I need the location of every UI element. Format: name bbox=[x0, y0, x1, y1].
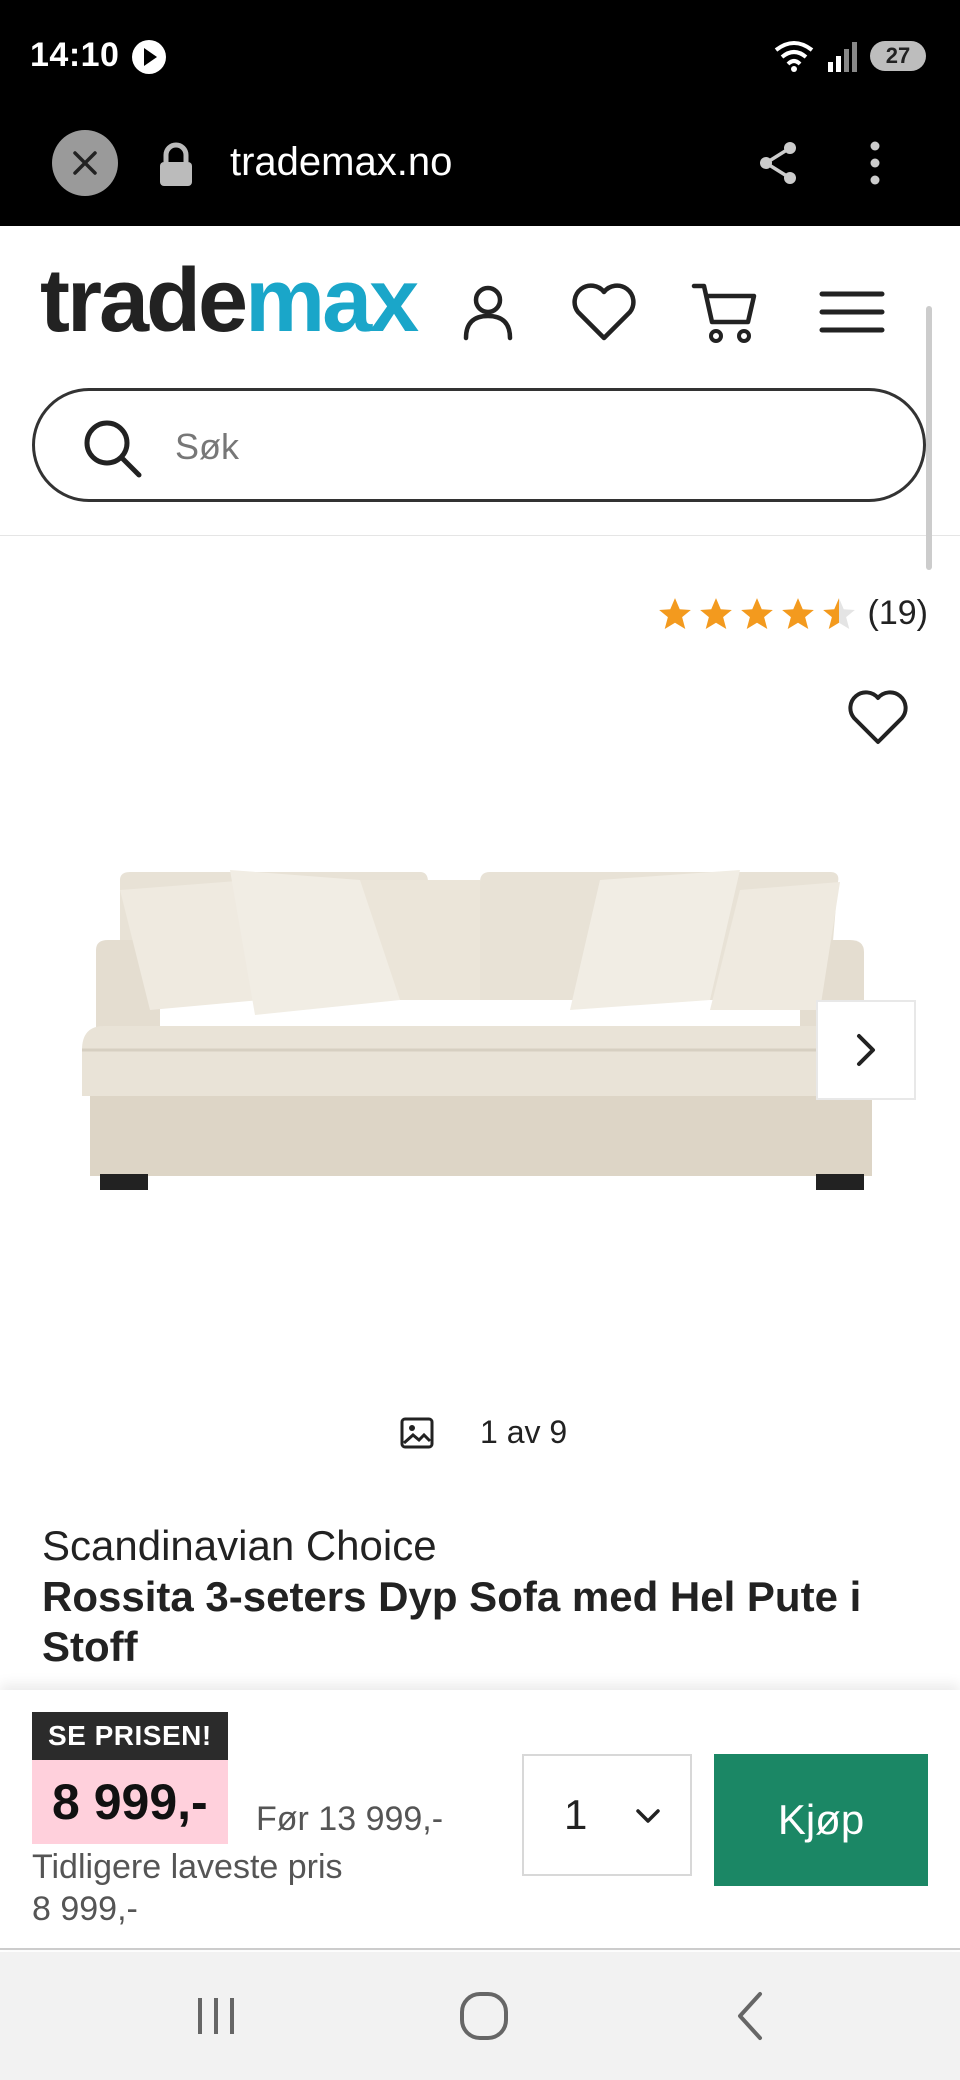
quantity-select[interactable]: 1 bbox=[522, 1754, 692, 1876]
status-icons: 27 bbox=[772, 38, 926, 74]
product-title: Rossita 3-seters Dyp Sofa med Hel Pute i… bbox=[42, 1573, 862, 1671]
product-brand[interactable]: Scandinavian Choice bbox=[42, 1522, 437, 1570]
search-bar[interactable] bbox=[32, 388, 926, 502]
close-tab-button[interactable] bbox=[52, 130, 118, 196]
gallery-counter-text: 1 av 9 bbox=[480, 1414, 568, 1450]
next-image-button[interactable] bbox=[816, 1000, 916, 1100]
home-icon[interactable] bbox=[454, 1986, 514, 2046]
price-badge: SE PRISEN! bbox=[32, 1712, 228, 1760]
star-icon bbox=[740, 597, 773, 629]
cart-icon[interactable] bbox=[690, 276, 762, 348]
wifi-icon bbox=[774, 41, 814, 72]
buy-bar: SE PRISEN! 8 999,- Før 13 999,- Tidliger… bbox=[0, 1690, 960, 1950]
previous-price: Før 13 999,- bbox=[256, 1800, 444, 1838]
lowest-price-value: 8 999,- bbox=[32, 1890, 138, 1928]
lowest-price-label: Tidligere laveste pris bbox=[32, 1848, 343, 1886]
share-icon[interactable] bbox=[754, 138, 804, 188]
back-icon[interactable] bbox=[722, 1986, 782, 2046]
status-bar: 14:10 27 bbox=[0, 0, 960, 112]
play-icon bbox=[132, 40, 166, 74]
current-price: 8 999,- bbox=[32, 1760, 228, 1844]
gallery-counter[interactable]: 1 av 9 bbox=[400, 1414, 567, 1451]
search-icon[interactable] bbox=[77, 413, 147, 483]
product-rating[interactable]: (19) bbox=[656, 594, 928, 633]
product-image[interactable] bbox=[60, 860, 900, 1220]
add-to-wishlist-icon[interactable] bbox=[846, 688, 910, 746]
quantity-value: 1 bbox=[564, 1791, 588, 1838]
url-text[interactable]: trademax.no bbox=[230, 140, 452, 185]
system-nav-bar bbox=[0, 1952, 960, 2080]
trademax-logo[interactable]: trademax bbox=[40, 256, 419, 346]
account-icon[interactable] bbox=[452, 276, 524, 348]
more-options-icon[interactable] bbox=[855, 138, 895, 188]
page-scrollbar[interactable] bbox=[926, 306, 932, 570]
menu-icon[interactable] bbox=[816, 276, 888, 348]
star-icon bbox=[781, 597, 814, 629]
search-input[interactable] bbox=[175, 419, 875, 475]
wishlist-heart-icon[interactable] bbox=[568, 276, 640, 348]
buy-button[interactable]: Kjøp bbox=[714, 1754, 928, 1886]
half-star-icon bbox=[822, 597, 855, 629]
browser-toolbar: trademax.no bbox=[0, 112, 960, 226]
chevron-right-icon bbox=[857, 1034, 875, 1066]
status-time: 14:10 bbox=[30, 36, 120, 74]
site-header: trademax bbox=[0, 226, 960, 536]
lock-icon[interactable] bbox=[156, 142, 196, 188]
signal-icon bbox=[828, 42, 857, 72]
image-icon bbox=[400, 1417, 434, 1448]
rating-stars bbox=[656, 595, 858, 633]
star-icon bbox=[658, 597, 691, 629]
battery-indicator: 27 bbox=[870, 41, 926, 71]
chevron-down-icon bbox=[636, 1809, 660, 1823]
rating-count[interactable]: (19) bbox=[868, 594, 928, 633]
close-icon bbox=[73, 151, 97, 175]
recent-apps-icon[interactable] bbox=[186, 1986, 246, 2046]
star-icon bbox=[699, 597, 732, 629]
